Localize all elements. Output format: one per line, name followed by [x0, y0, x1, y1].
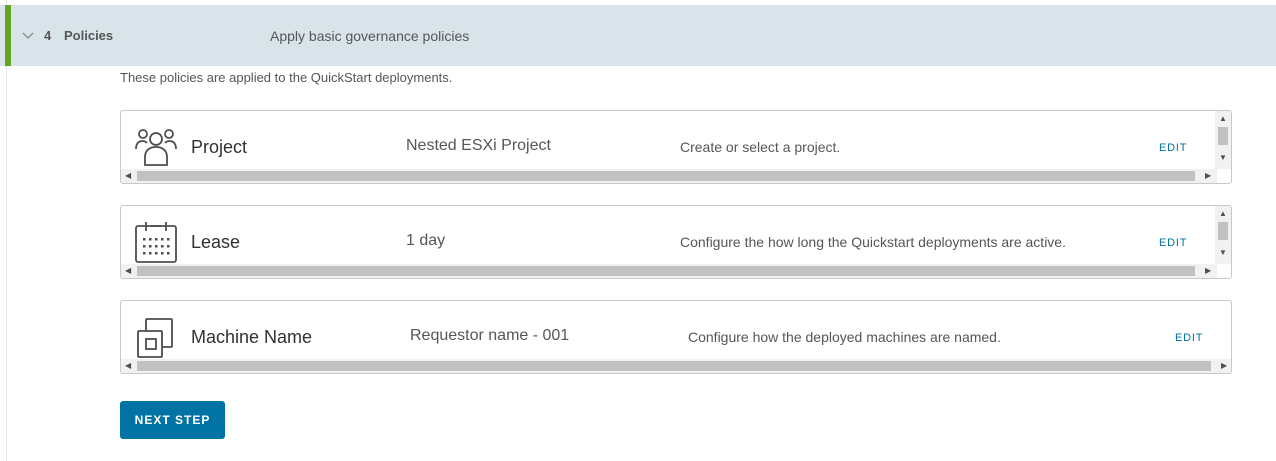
scroll-up-icon[interactable]: ▲ — [1219, 209, 1227, 219]
scroll-left-icon[interactable]: ◀ — [125, 171, 131, 181]
next-step-button[interactable]: NEXT STEP — [120, 401, 225, 439]
intro-text: These policies are applied to the QuickS… — [120, 70, 453, 85]
horizontal-scrollbar[interactable]: ◀ ▶ — [121, 169, 1217, 183]
project-users-icon — [134, 125, 178, 169]
policy-name: Project — [191, 137, 248, 157]
edit-lease-link[interactable]: EDIT — [1159, 237, 1187, 249]
edit-project-link[interactable]: EDIT — [1159, 142, 1187, 154]
scroll-left-icon[interactable]: ◀ — [125, 361, 131, 371]
policy-name: Lease — [191, 232, 241, 252]
policy-card-project: Project Nested ESXi Project Create or se… — [120, 110, 1232, 184]
scroll-left-icon[interactable]: ◀ — [125, 266, 131, 276]
chevron-down-icon[interactable] — [22, 28, 34, 46]
policy-description: Create or select a project. — [680, 139, 841, 155]
scroll-down-icon[interactable]: ▼ — [1219, 248, 1227, 258]
scroll-thumb[interactable] — [1218, 222, 1228, 240]
policy-description: Configure the how long the Quickstart de… — [680, 234, 1066, 250]
scroll-down-icon[interactable]: ▼ — [1219, 153, 1227, 163]
policy-description: Configure how the deployed machines are … — [688, 329, 1001, 345]
horizontal-scrollbar[interactable]: ◀ ▶ — [121, 264, 1217, 278]
scroll-thumb[interactable] — [137, 266, 1195, 276]
scroll-thumb[interactable] — [137, 171, 1195, 181]
policy-name: Machine Name — [191, 327, 313, 347]
scroll-thumb[interactable] — [1218, 127, 1228, 145]
vertical-scrollbar[interactable]: ▲ ▼ — [1215, 206, 1231, 264]
left-rail — [0, 0, 7, 461]
scroll-up-icon[interactable]: ▲ — [1219, 114, 1227, 124]
calendar-icon — [134, 220, 178, 264]
policy-value: Requestor name - 001 — [410, 327, 570, 344]
horizontal-scrollbar[interactable]: ◀ ▶ — [121, 359, 1231, 373]
scroll-thumb[interactable] — [137, 361, 1211, 371]
vertical-scrollbar[interactable]: ▲ ▼ — [1215, 111, 1231, 169]
copy-machines-icon — [134, 317, 178, 361]
policy-value: Nested ESXi Project — [406, 137, 551, 154]
edit-machine-name-link[interactable]: EDIT — [1175, 332, 1203, 344]
step-title: Policies — [64, 28, 114, 43]
step-description: Apply basic governance policies — [270, 28, 470, 44]
scroll-right-icon[interactable]: ▶ — [1205, 266, 1211, 276]
policy-card-machine-name: Machine Name Requestor name - 001 Config… — [120, 300, 1232, 374]
step-header[interactable] — [0, 5, 1276, 66]
scroll-right-icon[interactable]: ▶ — [1221, 361, 1227, 371]
step-active-indicator — [5, 5, 11, 66]
scroll-right-icon[interactable]: ▶ — [1205, 171, 1211, 181]
policy-card-lease: Lease 1 day Configure the how long the Q… — [120, 205, 1232, 279]
step-number: 4 — [44, 28, 52, 43]
policy-value: 1 day — [406, 232, 446, 249]
